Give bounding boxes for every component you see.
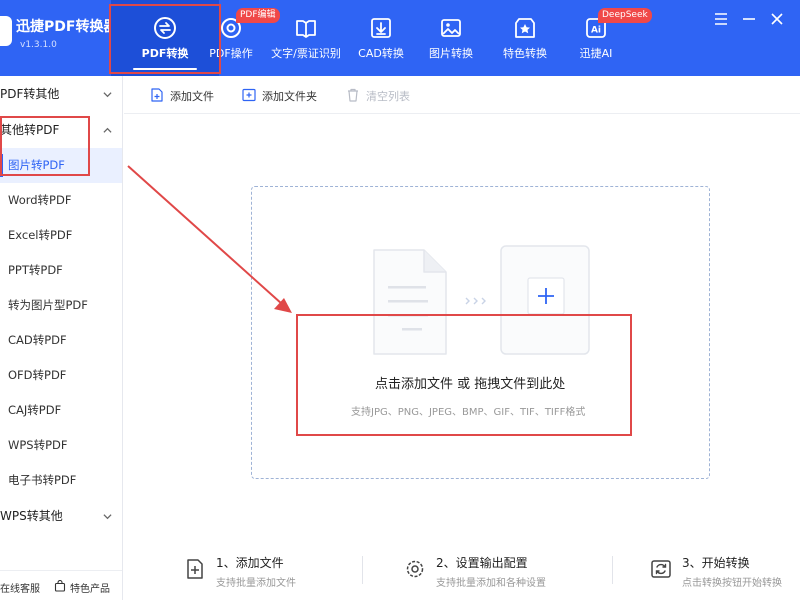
sidebar-group-label: WPS转其他 xyxy=(0,509,63,523)
clear-list-label: 清空列表 xyxy=(366,90,410,103)
add-file-icon xyxy=(151,88,163,102)
sidebar-group-pdf-to-other[interactable]: PDF转其他 xyxy=(0,76,122,112)
sidebar-group-wps-to-other[interactable]: WPS转其他 xyxy=(0,498,122,534)
tab-image-convert[interactable]: 图片转换 xyxy=(420,0,482,76)
close-icon[interactable] xyxy=(768,10,786,28)
sidebar-item-label: CAD转PDF xyxy=(8,333,67,347)
minimize-icon[interactable] xyxy=(740,10,758,28)
sidebar-item-label: Word转PDF xyxy=(8,193,72,207)
file-toolbar: 添加文件 添加文件夹 清空列表 xyxy=(124,76,800,114)
sidebar-footer: 在线客服 特色产品 xyxy=(0,570,122,600)
highlight-box-pdf-convert xyxy=(109,4,221,74)
chevron-down-icon xyxy=(103,92,112,98)
step-divider xyxy=(612,556,613,584)
step-title: 2、设置输出配置 xyxy=(436,556,528,570)
image-icon xyxy=(441,19,461,37)
sidebar-item-label: 电子书转PDF xyxy=(8,473,77,487)
add-file-icon xyxy=(187,559,203,579)
app-name: 迅捷PDF转换器 xyxy=(16,19,118,35)
sidebar-item-excel-to-pdf[interactable]: Excel转PDF xyxy=(0,218,122,253)
online-service-label: 在线客服 xyxy=(0,584,40,595)
sidebar-group-label: PDF转其他 xyxy=(0,87,60,101)
tab-label: CAD转换 xyxy=(358,47,404,60)
sidebar-item-label: PPT转PDF xyxy=(8,263,63,277)
step-divider xyxy=(362,556,363,584)
sidebar-item-label: OFD转PDF xyxy=(8,368,67,382)
download-box-icon xyxy=(371,18,391,38)
step-title: 1、添加文件 xyxy=(216,556,284,570)
sidebar-item-word-to-pdf[interactable]: Word转PDF xyxy=(0,183,122,218)
step-desc: 支持批量添加文件 xyxy=(216,578,296,589)
sidebar-item-label: Excel转PDF xyxy=(8,228,73,242)
tab-label: 文字/票证识别 xyxy=(271,47,341,60)
step-title: 3、开始转换 xyxy=(682,556,750,570)
step-desc: 支持批量添加和各种设置 xyxy=(436,578,546,589)
logo-mark xyxy=(0,16,12,46)
tab-featured-convert[interactable]: 特色转换 xyxy=(494,0,556,76)
tab-label: 图片转换 xyxy=(429,47,473,60)
sidebar-item-wps-to-pdf[interactable]: WPS转PDF xyxy=(0,428,122,463)
featured-products-label: 特色产品 xyxy=(70,584,110,595)
menu-icon[interactable] xyxy=(712,10,730,28)
tab-label: 迅捷AI xyxy=(579,47,613,60)
app-logo: 迅捷PDF转换器 v1.3.1.0 xyxy=(0,10,117,60)
highlight-box-image-to-pdf xyxy=(0,116,90,176)
sidebar-item-label: 转为图片型PDF xyxy=(8,298,88,312)
step-desc: 点击转换按钮开始转换 xyxy=(682,578,782,589)
app-version: v1.3.1.0 xyxy=(20,40,57,50)
add-folder-icon xyxy=(242,88,256,102)
highlight-box-drop-zone xyxy=(296,314,632,436)
sidebar-item-cad-to-pdf[interactable]: CAD转PDF xyxy=(0,323,122,358)
svg-text:Ai: Ai xyxy=(591,26,601,36)
book-icon xyxy=(296,20,316,38)
sidebar-item-caj-to-pdf[interactable]: CAJ转PDF xyxy=(0,393,122,428)
bag-icon xyxy=(54,580,66,592)
tab-cad-convert[interactable]: CAD转换 xyxy=(350,0,412,76)
chevron-up-icon xyxy=(103,127,112,133)
convert-refresh-icon xyxy=(651,560,671,578)
deepseek-badge: DeepSeek xyxy=(598,8,652,23)
arrow-dots-icon xyxy=(465,297,486,305)
star-icon xyxy=(515,18,535,38)
tab-ocr[interactable]: 文字/票证识别 xyxy=(266,0,346,76)
steps-bar: 1、添加文件 支持批量添加文件 2、设置输出配置 支持批量添加和各种设置 3、开… xyxy=(124,540,800,600)
sidebar-item-label: CAJ转PDF xyxy=(8,403,62,417)
sidebar-item-image-type-pdf[interactable]: 转为图片型PDF xyxy=(0,288,122,323)
add-file-label: 添加文件 xyxy=(170,90,214,103)
sidebar-item-ofd-to-pdf[interactable]: OFD转PDF xyxy=(0,358,122,393)
online-service-link[interactable]: 在线客服 xyxy=(0,580,40,595)
tab-label: 特色转换 xyxy=(503,47,547,60)
add-folder-label: 添加文件夹 xyxy=(262,90,317,103)
trash-icon xyxy=(348,88,358,102)
sidebar-item-label: WPS转PDF xyxy=(8,438,68,452)
settings-icon xyxy=(406,560,424,578)
sidebar-item-ppt-to-pdf[interactable]: PPT转PDF xyxy=(0,253,122,288)
chevron-down-icon xyxy=(103,514,112,520)
sidebar-item-ebook-to-pdf[interactable]: 电子书转PDF xyxy=(0,463,122,498)
